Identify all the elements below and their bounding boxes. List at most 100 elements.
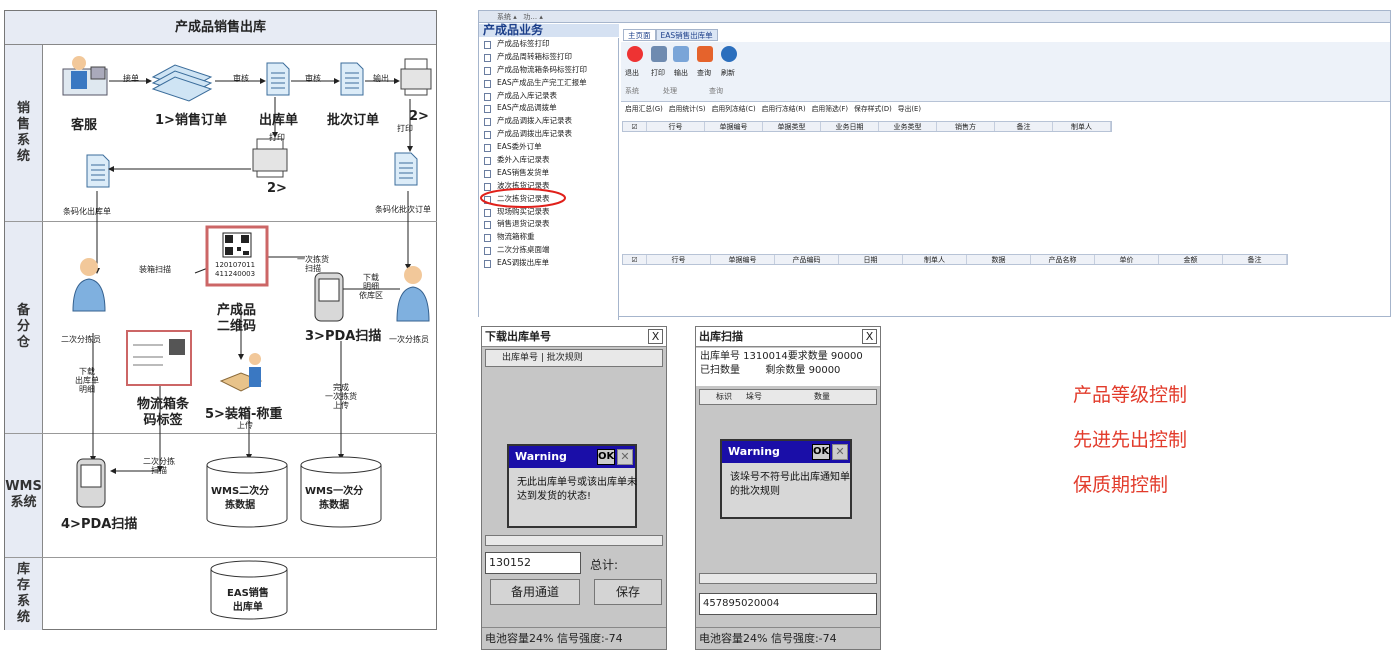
node-pda4: 4>PDA扫描 <box>61 517 138 532</box>
grid-col-header[interactable]: 行号 <box>647 255 711 264</box>
tree-item[interactable]: 委外入库记录表 <box>479 154 618 167</box>
tb-savestyle[interactable]: 保存样式(D) <box>854 104 892 115</box>
grid-col-header[interactable]: 产品编码 <box>775 255 839 264</box>
pda2-title: 出库扫描 X <box>696 327 880 347</box>
control-grade: 产品等级控制 <box>1073 384 1188 406</box>
tree-title: 产成品业务 <box>479 24 619 37</box>
document-icon <box>484 260 491 269</box>
node-picker2: 二次分拣员 <box>61 335 101 344</box>
tb-rowfreeze[interactable]: 启用行冻结(R) <box>762 104 806 115</box>
pda1-ok-button[interactable]: OK <box>597 449 615 465</box>
grid-col-header[interactable]: 销售方 <box>937 122 995 131</box>
document-icon <box>484 247 491 256</box>
tree-item-label: EAS销售发货单 <box>497 167 550 177</box>
grid-col-header[interactable]: 业务日期 <box>821 122 879 131</box>
pda2-ok-button[interactable]: OK <box>812 444 830 460</box>
main-tabs: 主页面 EAS销售出库单 <box>623 29 718 41</box>
grid-col-header[interactable]: 制单人 <box>903 255 967 264</box>
tree-item[interactable]: EAS委外订单 <box>479 141 618 154</box>
pda2-close-button[interactable]: X <box>862 329 877 344</box>
exit-icon[interactable] <box>627 46 643 62</box>
top-tab-system[interactable]: 系统 <box>497 13 511 21</box>
grid-col-header[interactable]: 日期 <box>839 255 903 264</box>
sales-order-papers-icon <box>151 64 213 102</box>
tab-eas-sales-out[interactable]: EAS销售出库单 <box>655 29 718 41</box>
grid-col-header[interactable]: 行号 <box>647 122 705 131</box>
node-barcode-out: 条码化出库单 <box>63 207 111 216</box>
pda1-title: 下载出库单号 X <box>482 327 666 347</box>
pda1-backup-button[interactable]: 备用通道 <box>490 579 580 605</box>
pda1-input[interactable]: 130152 <box>485 552 581 574</box>
tb-export[interactable]: 导出(E) <box>898 104 921 115</box>
btn-output-label[interactable]: 输出 <box>674 68 688 78</box>
grid-col-header[interactable]: 金额 <box>1159 255 1223 264</box>
grid-col-header[interactable]: 单据编号 <box>711 255 775 264</box>
print-icon[interactable] <box>651 46 667 62</box>
tree-item[interactable]: EAS调拨出库单 <box>479 257 618 270</box>
tree-item[interactable]: 产成品物流箱条码标签打印 <box>479 64 618 77</box>
edge-shenhe1: 审核 <box>233 74 249 83</box>
tb-colfreeze[interactable]: 启用列冻结(C) <box>712 104 756 115</box>
grid-col-header[interactable]: 数据 <box>967 255 1031 264</box>
pda2-status-bar: 电池容量24% 信号强度:-74 <box>696 627 880 649</box>
grid-col-header[interactable]: 单据类型 <box>763 122 821 131</box>
grid-top-header: ☑ 行号 单据编号 单据类型 业务日期 业务类型 销售方 备注 制单人 <box>622 121 1112 132</box>
grid-select-icon[interactable]: ☑ <box>623 255 647 264</box>
edge-dayin1: 打印 <box>269 133 285 142</box>
tree-item-label: 产成品标签打印 <box>497 39 550 48</box>
tree-item-label: EAS委外订单 <box>497 142 542 152</box>
grid-select-icon[interactable]: ☑ <box>623 122 647 131</box>
pda2-warning-close-icon[interactable]: ✕ <box>832 444 848 460</box>
grid-bottom-header: ☑ 行号 单据编号 产品编码 日期 制单人 数据 产品名称 单价 金额 备注 <box>622 254 1288 265</box>
grid-col-header[interactable]: 业务类型 <box>879 122 937 131</box>
tree-item-label: 产成品调拨入库记录表 <box>497 116 572 126</box>
tree-item[interactable]: 产成品调拨入库记录表 <box>479 115 618 128</box>
document-icon <box>484 66 491 75</box>
btn-exit-label[interactable]: 退出 <box>625 68 639 78</box>
tb-filter[interactable]: 启用筛选(F) <box>812 104 848 115</box>
pda1-save-button[interactable]: 保存 <box>594 579 662 605</box>
grid-col-header[interactable]: 备注 <box>1223 255 1287 264</box>
tree-item[interactable]: 产成品调拨出库记录表 <box>479 128 618 141</box>
tree-item[interactable]: 产成品入库记录表 <box>479 90 618 103</box>
output-icon[interactable] <box>673 46 689 62</box>
grid-col-header[interactable]: 备注 <box>995 122 1053 131</box>
grid-col-header[interactable]: 产品名称 <box>1031 255 1095 264</box>
grid-col-header[interactable]: 单据编号 <box>705 122 763 131</box>
tree-item[interactable]: 产成品标签打印 <box>479 38 618 51</box>
node-box-label: 物流箱条 码标签 <box>137 397 190 428</box>
tree-item[interactable]: 二次分拣桌面端 <box>479 244 618 257</box>
tree-item-label: 产成品周转箱标签打印 <box>497 51 572 61</box>
top-tab-func[interactable]: 功... <box>523 13 537 21</box>
pda2-warning-text: 该垛号不符号此出库通知单 的批次规则 <box>730 472 850 497</box>
pda1-hscroll[interactable] <box>485 535 663 546</box>
grid-col-header[interactable]: 单价 <box>1095 255 1159 264</box>
tree-item[interactable]: EAS产成品调拨单 <box>479 102 618 115</box>
tree-item[interactable]: EAS销售发货单 <box>479 167 618 180</box>
document-icon <box>484 118 491 127</box>
refresh-icon[interactable] <box>721 46 737 62</box>
pda2-hscroll[interactable] <box>699 573 877 584</box>
btn-print-label[interactable]: 打印 <box>651 68 665 78</box>
pda1-warning-close-icon[interactable]: ✕ <box>617 449 633 465</box>
btn-query-label[interactable]: 查询 <box>697 68 711 78</box>
edge-wancheng: 完成 一次拣货 上传 <box>325 383 357 410</box>
tree-item[interactable]: 销售退货记录表 <box>479 218 618 231</box>
tb-stat[interactable]: 启用统计(S) <box>669 104 706 115</box>
pda2-warning-dialog: Warning OK ✕ 该垛号不符号此出库通知单 的批次规则 <box>720 439 852 519</box>
btn-refresh-label[interactable]: 刷新 <box>721 68 735 78</box>
query-icon[interactable] <box>697 46 713 62</box>
tree-item[interactable]: EAS产成品生产完工汇报单 <box>479 77 618 90</box>
edge-xiazai: 下载 明细 依库区 <box>359 273 383 300</box>
pda1-close-button[interactable]: X <box>648 329 663 344</box>
pda2-input[interactable]: 457895020004 <box>699 593 877 615</box>
module-tree: 产成品标签打印产成品周转箱标签打印产成品物流箱条码标签打印 EAS产成品生产完工汇… <box>479 38 619 320</box>
tree-item[interactable]: 产成品周转箱标签打印 <box>479 51 618 64</box>
document-icon <box>484 208 491 217</box>
node-kefu: 客服 <box>71 118 98 133</box>
tree-item-label: 销售退货记录表 <box>497 219 550 229</box>
tab-home[interactable]: 主页面 <box>623 29 656 41</box>
grid-col-header[interactable]: 制单人 <box>1053 122 1111 131</box>
tb-sum[interactable]: 启用汇总(G) <box>625 104 663 115</box>
tree-item[interactable]: 物流箱称重 <box>479 231 618 244</box>
